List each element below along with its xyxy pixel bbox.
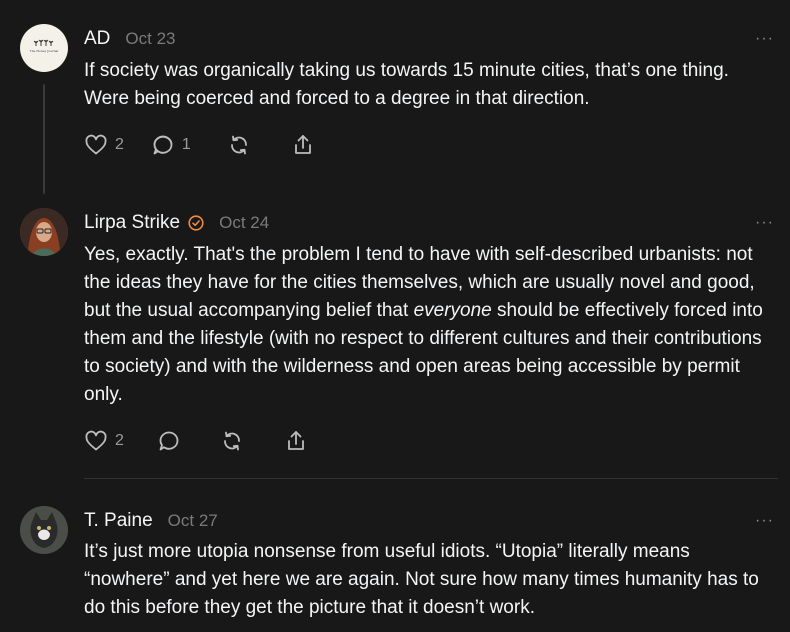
like-button[interactable]: 2 — [84, 429, 124, 453]
heart-icon — [85, 430, 107, 451]
repost-button[interactable] — [220, 429, 244, 453]
honey-journal-logo-icon: The Honey Journal — [30, 39, 59, 53]
post-t-paine: T. Paine Oct 27 ··· It’s just more utopi… — [0, 496, 790, 632]
share-button[interactable] — [291, 133, 315, 157]
thread-connector — [43, 84, 45, 194]
verified-badge-icon — [188, 215, 204, 231]
heart-icon — [85, 134, 107, 155]
cat-profile-photo-icon — [20, 506, 68, 554]
avatar[interactable] — [20, 506, 68, 554]
post-header: T. Paine Oct 27 — [84, 510, 218, 532]
comment-icon — [153, 135, 173, 155]
reply-thread: The Honey Journal AD Oct 23 ··· If socie… — [0, 0, 790, 632]
like-count: 2 — [115, 136, 124, 153]
post-text: Yes, exactly. That's the problem I tend … — [84, 241, 774, 409]
svg-text:The Honey Journal: The Honey Journal — [30, 49, 59, 53]
author-name[interactable]: Lirpa Strike — [84, 212, 180, 234]
share-icon — [294, 135, 311, 154]
author-name[interactable]: T. Paine — [84, 510, 153, 532]
repost-icon — [224, 431, 240, 451]
more-options-icon[interactable]: ··· — [755, 30, 774, 48]
repost-icon — [230, 135, 247, 155]
more-options-icon[interactable]: ··· — [755, 512, 774, 530]
more-options-icon[interactable]: ··· — [755, 214, 774, 232]
comment-icon — [159, 431, 179, 451]
post-date[interactable]: Oct 24 — [219, 213, 269, 233]
profile-photo-icon — [20, 208, 68, 256]
post-text: It’s just more utopia nonsense from usef… — [84, 541, 759, 618]
avatar[interactable] — [20, 208, 68, 256]
post-header: AD Oct 23 — [84, 28, 176, 50]
post-text-emphasis: everyone — [413, 300, 492, 321]
repost-button[interactable] — [227, 133, 251, 157]
reply-button[interactable] — [157, 429, 181, 453]
post-actions: 2 — [84, 429, 308, 453]
share-button[interactable] — [284, 429, 308, 453]
post-header: Lirpa Strike Oct 24 — [84, 212, 269, 234]
post-lirpa-strike: Lirpa Strike Oct 24 ··· Yes, exactly. Th… — [0, 200, 790, 480]
reply-button[interactable]: 1 — [151, 133, 191, 157]
author-name[interactable]: AD — [84, 28, 110, 50]
avatar[interactable]: The Honey Journal — [20, 24, 68, 72]
post-divider — [84, 478, 778, 479]
like-button[interactable]: 2 — [84, 133, 124, 157]
share-icon — [288, 431, 304, 450]
reply-count: 1 — [181, 136, 191, 153]
post-date[interactable]: Oct 27 — [168, 511, 218, 531]
post-ad: The Honey Journal AD Oct 23 ··· If socie… — [0, 0, 790, 200]
post-date[interactable]: Oct 23 — [125, 29, 175, 49]
post-actions: 2 1 — [84, 133, 315, 157]
like-count: 2 — [115, 432, 124, 449]
post-text: If society was organically taking us tow… — [84, 60, 729, 109]
